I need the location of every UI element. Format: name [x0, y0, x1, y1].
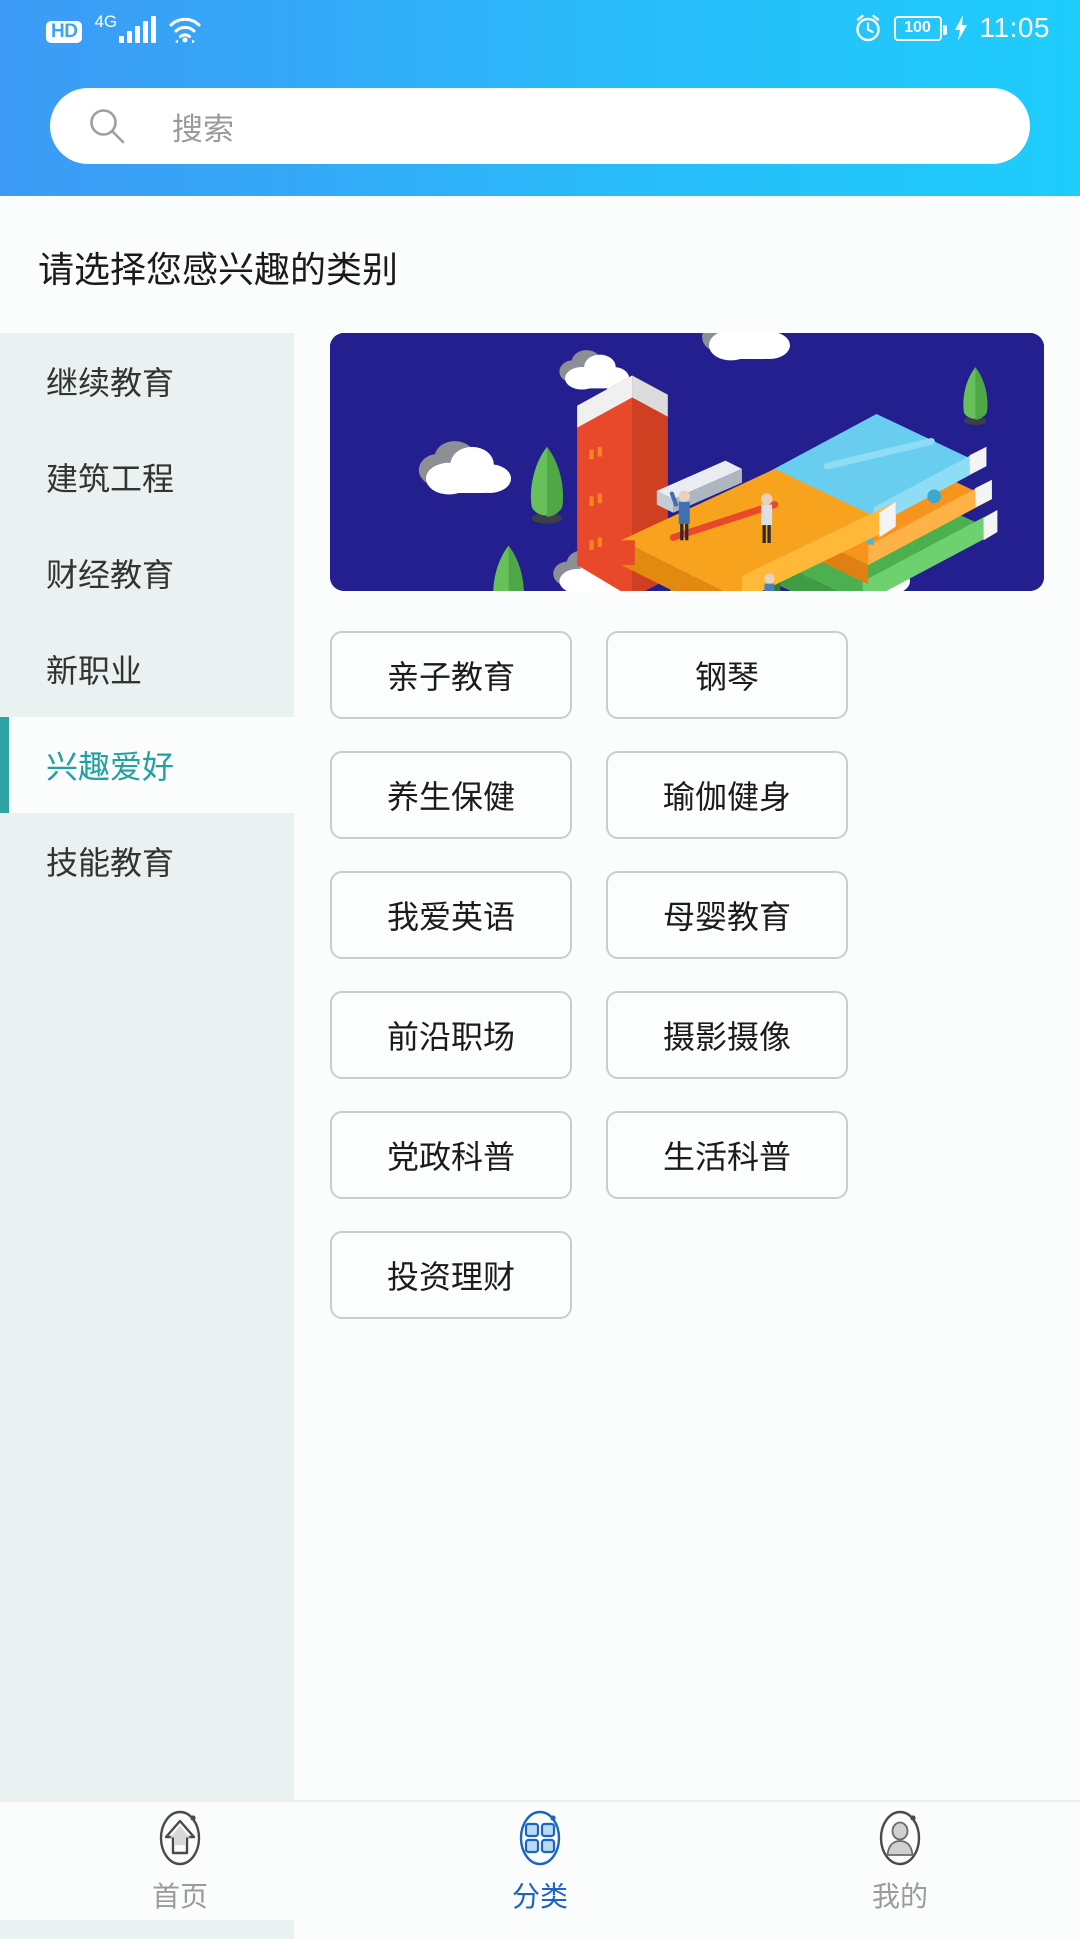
battery-icon: 100: [893, 15, 947, 41]
content-area: 继续教育 建筑工程 财经教育 新职业 兴趣爱好 技能教育 亲子教育 钢琴 养生保…: [0, 333, 1080, 1939]
books-illustration-banner[interactable]: [330, 333, 1044, 591]
status-bar: HD 4G 100 11:05: [0, 0, 1080, 56]
network-type-label: 4G: [94, 12, 118, 31]
category-button-investment[interactable]: 投资理财: [330, 1231, 572, 1319]
category-sidebar: 继续教育 建筑工程 财经教育 新职业 兴趣爱好 技能教育: [0, 333, 294, 1939]
category-button-party-politics[interactable]: 党政科普: [330, 1111, 572, 1199]
grid-category-icon: [509, 1807, 571, 1869]
category-button-piano[interactable]: 钢琴: [606, 631, 848, 719]
sidebar-item-interests-hobbies[interactable]: 兴趣爱好: [0, 717, 294, 813]
sidebar-item-label: 兴趣爱好: [46, 749, 175, 785]
alarm-clock-icon: [853, 13, 883, 43]
category-button-life-science[interactable]: 生活科普: [606, 1111, 848, 1199]
search-bar[interactable]: 搜索: [50, 88, 1030, 164]
cellular-signal-group: 4G: [94, 12, 157, 43]
sidebar-item-new-professions[interactable]: 新职业: [0, 621, 294, 717]
category-button-yoga-fitness[interactable]: 瑜伽健身: [606, 751, 848, 839]
sidebar-item-skills-education[interactable]: 技能教育: [0, 813, 294, 909]
person-profile-icon: [869, 1807, 931, 1869]
sidebar-item-label: 技能教育: [46, 845, 175, 881]
category-button-photography[interactable]: 摄影摄像: [606, 991, 848, 1079]
wifi-icon: [168, 16, 202, 43]
search-icon: [88, 107, 126, 145]
nav-label-home: 首页: [151, 1881, 208, 1912]
sidebar-item-label: 新职业: [46, 653, 143, 689]
search-input[interactable]: 搜索: [172, 104, 234, 149]
nav-label-profile: 我的: [871, 1881, 928, 1912]
nav-label-category: 分类: [511, 1881, 568, 1912]
bottom-navigation-bar: 首页 分类 我的: [0, 1800, 1080, 1920]
sidebar-item-label: 继续教育: [46, 365, 175, 401]
category-button-maternal-infant[interactable]: 母婴教育: [606, 871, 848, 959]
status-bar-left: HD 4G: [46, 13, 202, 43]
category-button-english[interactable]: 我爱英语: [330, 871, 572, 959]
home-icon: [149, 1807, 211, 1869]
category-button-parenting[interactable]: 亲子教育: [330, 631, 572, 719]
signal-bars-icon: [119, 16, 157, 43]
category-button-grid: 亲子教育 钢琴 养生保健 瑜伽健身 我爱英语 母婴教育 前沿职场 摄影摄像 党政…: [330, 631, 1044, 1319]
status-bar-right: 100 11:05: [853, 12, 1051, 44]
category-content: 亲子教育 钢琴 养生保健 瑜伽健身 我爱英语 母婴教育 前沿职场 摄影摄像 党政…: [294, 333, 1080, 1939]
charging-bolt-icon: [953, 14, 969, 42]
sidebar-item-continuing-education[interactable]: 继续教育: [0, 333, 294, 429]
category-button-health-wellness[interactable]: 养生保健: [330, 751, 572, 839]
nav-item-home[interactable]: 首页: [0, 1807, 360, 1915]
battery-level-label: 100: [904, 19, 931, 36]
status-bar-clock: 11:05: [979, 12, 1050, 43]
hd-badge-icon: HD: [46, 21, 83, 43]
page-title: 请选择您感兴趣的类别: [0, 196, 1080, 333]
banner-illustration: [330, 333, 1044, 591]
app-header: 搜索: [0, 56, 1080, 196]
category-button-workplace[interactable]: 前沿职场: [330, 991, 572, 1079]
nav-item-profile[interactable]: 我的: [720, 1807, 1080, 1915]
sidebar-item-label: 财经教育: [46, 557, 175, 593]
sidebar-item-label: 建筑工程: [46, 461, 175, 497]
sidebar-item-finance-education[interactable]: 财经教育: [0, 525, 294, 621]
nav-item-category[interactable]: 分类: [360, 1807, 720, 1915]
sidebar-item-construction-engineering[interactable]: 建筑工程: [0, 429, 294, 525]
